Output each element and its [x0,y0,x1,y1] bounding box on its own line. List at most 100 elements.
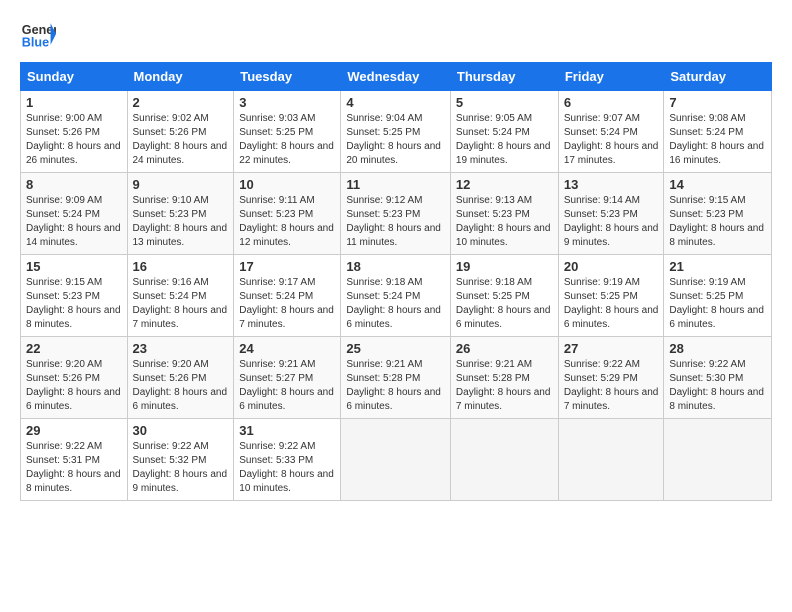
logo: General Blue [20,16,56,52]
day-number: 4 [346,95,445,110]
day-info: Sunrise: 9:22 AMSunset: 5:33 PMDaylight:… [239,440,335,496]
day-info: Sunrise: 9:18 AMSunset: 5:24 PMDaylight:… [346,276,445,332]
calendar-cell: 9 Sunrise: 9:10 AMSunset: 5:23 PMDayligh… [127,173,234,255]
day-info: Sunrise: 9:18 AMSunset: 5:25 PMDaylight:… [456,276,553,332]
day-info: Sunrise: 9:15 AMSunset: 5:23 PMDaylight:… [26,276,122,332]
day-info: Sunrise: 9:21 AMSunset: 5:27 PMDaylight:… [239,358,335,414]
calendar-cell: 18 Sunrise: 9:18 AMSunset: 5:24 PMDaylig… [341,255,451,337]
day-info: Sunrise: 9:19 AMSunset: 5:25 PMDaylight:… [669,276,766,332]
day-info: Sunrise: 9:12 AMSunset: 5:23 PMDaylight:… [346,194,445,250]
day-number: 6 [564,95,659,110]
day-number: 29 [26,423,122,438]
day-info: Sunrise: 9:04 AMSunset: 5:25 PMDaylight:… [346,112,445,168]
day-number: 5 [456,95,553,110]
day-number: 18 [346,259,445,274]
day-info: Sunrise: 9:20 AMSunset: 5:26 PMDaylight:… [26,358,122,414]
calendar-cell: 15 Sunrise: 9:15 AMSunset: 5:23 PMDaylig… [21,255,128,337]
calendar-week-4: 22 Sunrise: 9:20 AMSunset: 5:26 PMDaylig… [21,337,772,419]
calendar-cell: 19 Sunrise: 9:18 AMSunset: 5:25 PMDaylig… [450,255,558,337]
calendar-cell: 16 Sunrise: 9:16 AMSunset: 5:24 PMDaylig… [127,255,234,337]
day-number: 27 [564,341,659,356]
day-number: 17 [239,259,335,274]
day-info: Sunrise: 9:14 AMSunset: 5:23 PMDaylight:… [564,194,659,250]
day-info: Sunrise: 9:22 AMSunset: 5:31 PMDaylight:… [26,440,122,496]
calendar-cell: 4 Sunrise: 9:04 AMSunset: 5:25 PMDayligh… [341,91,451,173]
day-number: 8 [26,177,122,192]
day-info: Sunrise: 9:22 AMSunset: 5:32 PMDaylight:… [133,440,229,496]
day-info: Sunrise: 9:16 AMSunset: 5:24 PMDaylight:… [133,276,229,332]
calendar-cell: 24 Sunrise: 9:21 AMSunset: 5:27 PMDaylig… [234,337,341,419]
col-header-saturday: Saturday [664,63,772,91]
col-header-friday: Friday [558,63,664,91]
day-info: Sunrise: 9:09 AMSunset: 5:24 PMDaylight:… [26,194,122,250]
calendar-week-2: 8 Sunrise: 9:09 AMSunset: 5:24 PMDayligh… [21,173,772,255]
calendar-cell: 20 Sunrise: 9:19 AMSunset: 5:25 PMDaylig… [558,255,664,337]
calendar-cell: 13 Sunrise: 9:14 AMSunset: 5:23 PMDaylig… [558,173,664,255]
day-number: 16 [133,259,229,274]
day-info: Sunrise: 9:15 AMSunset: 5:23 PMDaylight:… [669,194,766,250]
day-info: Sunrise: 9:20 AMSunset: 5:26 PMDaylight:… [133,358,229,414]
day-number: 26 [456,341,553,356]
day-info: Sunrise: 9:02 AMSunset: 5:26 PMDaylight:… [133,112,229,168]
day-number: 15 [26,259,122,274]
day-info: Sunrise: 9:21 AMSunset: 5:28 PMDaylight:… [346,358,445,414]
calendar-cell [664,419,772,501]
calendar-cell: 11 Sunrise: 9:12 AMSunset: 5:23 PMDaylig… [341,173,451,255]
calendar-week-5: 29 Sunrise: 9:22 AMSunset: 5:31 PMDaylig… [21,419,772,501]
calendar-cell: 26 Sunrise: 9:21 AMSunset: 5:28 PMDaylig… [450,337,558,419]
logo-icon: General Blue [20,16,56,52]
col-header-monday: Monday [127,63,234,91]
day-number: 25 [346,341,445,356]
day-info: Sunrise: 9:07 AMSunset: 5:24 PMDaylight:… [564,112,659,168]
calendar-cell: 2 Sunrise: 9:02 AMSunset: 5:26 PMDayligh… [127,91,234,173]
calendar-cell: 21 Sunrise: 9:19 AMSunset: 5:25 PMDaylig… [664,255,772,337]
day-info: Sunrise: 9:13 AMSunset: 5:23 PMDaylight:… [456,194,553,250]
calendar-cell: 7 Sunrise: 9:08 AMSunset: 5:24 PMDayligh… [664,91,772,173]
calendar-table: SundayMondayTuesdayWednesdayThursdayFrid… [20,62,772,501]
day-number: 14 [669,177,766,192]
calendar-cell [558,419,664,501]
day-number: 19 [456,259,553,274]
day-info: Sunrise: 9:11 AMSunset: 5:23 PMDaylight:… [239,194,335,250]
calendar-cell: 30 Sunrise: 9:22 AMSunset: 5:32 PMDaylig… [127,419,234,501]
calendar-cell: 10 Sunrise: 9:11 AMSunset: 5:23 PMDaylig… [234,173,341,255]
col-header-sunday: Sunday [21,63,128,91]
day-number: 30 [133,423,229,438]
day-number: 1 [26,95,122,110]
calendar-week-3: 15 Sunrise: 9:15 AMSunset: 5:23 PMDaylig… [21,255,772,337]
day-number: 20 [564,259,659,274]
calendar-cell: 3 Sunrise: 9:03 AMSunset: 5:25 PMDayligh… [234,91,341,173]
calendar-cell: 6 Sunrise: 9:07 AMSunset: 5:24 PMDayligh… [558,91,664,173]
col-header-wednesday: Wednesday [341,63,451,91]
day-number: 22 [26,341,122,356]
day-info: Sunrise: 9:03 AMSunset: 5:25 PMDaylight:… [239,112,335,168]
calendar-cell: 27 Sunrise: 9:22 AMSunset: 5:29 PMDaylig… [558,337,664,419]
calendar-cell: 25 Sunrise: 9:21 AMSunset: 5:28 PMDaylig… [341,337,451,419]
day-info: Sunrise: 9:22 AMSunset: 5:29 PMDaylight:… [564,358,659,414]
svg-text:Blue: Blue [22,36,49,50]
day-info: Sunrise: 9:05 AMSunset: 5:24 PMDaylight:… [456,112,553,168]
day-number: 21 [669,259,766,274]
header-row: SundayMondayTuesdayWednesdayThursdayFrid… [21,63,772,91]
calendar-cell [450,419,558,501]
day-info: Sunrise: 9:19 AMSunset: 5:25 PMDaylight:… [564,276,659,332]
day-number: 3 [239,95,335,110]
calendar-cell: 28 Sunrise: 9:22 AMSunset: 5:30 PMDaylig… [664,337,772,419]
calendar-week-1: 1 Sunrise: 9:00 AMSunset: 5:26 PMDayligh… [21,91,772,173]
calendar-cell: 22 Sunrise: 9:20 AMSunset: 5:26 PMDaylig… [21,337,128,419]
day-number: 31 [239,423,335,438]
col-header-tuesday: Tuesday [234,63,341,91]
day-number: 2 [133,95,229,110]
day-info: Sunrise: 9:17 AMSunset: 5:24 PMDaylight:… [239,276,335,332]
day-number: 23 [133,341,229,356]
calendar-cell: 5 Sunrise: 9:05 AMSunset: 5:24 PMDayligh… [450,91,558,173]
calendar-cell [341,419,451,501]
day-info: Sunrise: 9:21 AMSunset: 5:28 PMDaylight:… [456,358,553,414]
col-header-thursday: Thursday [450,63,558,91]
calendar-cell: 31 Sunrise: 9:22 AMSunset: 5:33 PMDaylig… [234,419,341,501]
calendar-cell: 17 Sunrise: 9:17 AMSunset: 5:24 PMDaylig… [234,255,341,337]
day-info: Sunrise: 9:00 AMSunset: 5:26 PMDaylight:… [26,112,122,168]
calendar-cell: 23 Sunrise: 9:20 AMSunset: 5:26 PMDaylig… [127,337,234,419]
day-info: Sunrise: 9:08 AMSunset: 5:24 PMDaylight:… [669,112,766,168]
calendar-cell: 29 Sunrise: 9:22 AMSunset: 5:31 PMDaylig… [21,419,128,501]
